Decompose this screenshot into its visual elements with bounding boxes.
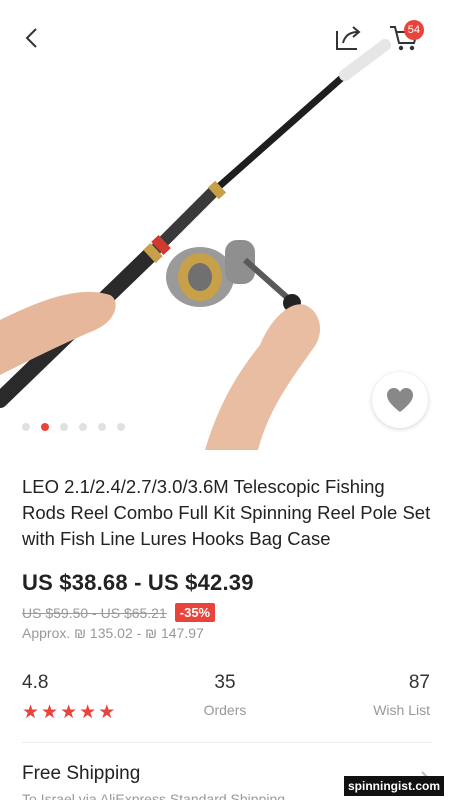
star-icon: ★ [98, 702, 116, 723]
divider [22, 742, 432, 743]
chevron-left-icon [25, 28, 37, 48]
orders-stat: 35 Orders [201, 672, 249, 718]
price-range: US $38.68 - US $42.39 [22, 570, 254, 595]
watermark: spinningist.com [344, 776, 444, 796]
gallery-dot[interactable] [117, 423, 125, 431]
gallery-dot[interactable] [98, 423, 106, 431]
star-icon: ★ [41, 702, 59, 723]
star-rating: ★ ★ ★ ★ ★ [22, 703, 115, 722]
star-icon: ★ [60, 702, 78, 723]
star-icon: ★ [79, 702, 97, 723]
approx-local-price: Approx. ₪ 135.02 - ₪ 147.97 [22, 625, 204, 641]
gallery-dot[interactable] [22, 423, 30, 431]
wishlist-count: 87 [408, 672, 430, 693]
wishlist-stat: 87 Wish List [366, 672, 430, 718]
orders-count: 35 [214, 672, 236, 693]
share-button[interactable] [328, 18, 368, 58]
cart-count-badge: 54 [403, 20, 424, 40]
product-title: LEO 2.1/2.4/2.7/3.0/3.6M Telescopic Fish… [22, 476, 431, 549]
gallery-pagination [22, 423, 125, 431]
cart-button[interactable]: 54 [384, 18, 424, 58]
discount-badge: -35% [174, 603, 216, 622]
shipping-title[interactable]: Free Shipping [22, 763, 140, 785]
shipping-subtitle: To Israel via AliExpress Standard Shippi… [22, 791, 286, 800]
star-icon: ★ [22, 702, 40, 723]
product-image-gallery[interactable]: 54 [0, 0, 450, 450]
gallery-dot[interactable] [41, 423, 49, 431]
share-icon [336, 26, 361, 50]
original-price: US $59.50 - US $65.21 [22, 604, 167, 621]
orders-label: Orders [203, 702, 247, 718]
back-button[interactable] [12, 18, 52, 58]
original-price-row: US $59.50 - US $65.21 -35% [22, 603, 216, 622]
rating-value: 4.8 [22, 672, 49, 693]
gallery-dot[interactable] [60, 423, 68, 431]
rating-stat[interactable]: 4.8 ★ ★ ★ ★ ★ [22, 672, 115, 722]
gallery-dot[interactable] [79, 423, 87, 431]
heart-icon [387, 388, 413, 412]
add-to-wishlist-button[interactable] [372, 372, 428, 428]
wishlist-label: Wish List [373, 702, 430, 718]
